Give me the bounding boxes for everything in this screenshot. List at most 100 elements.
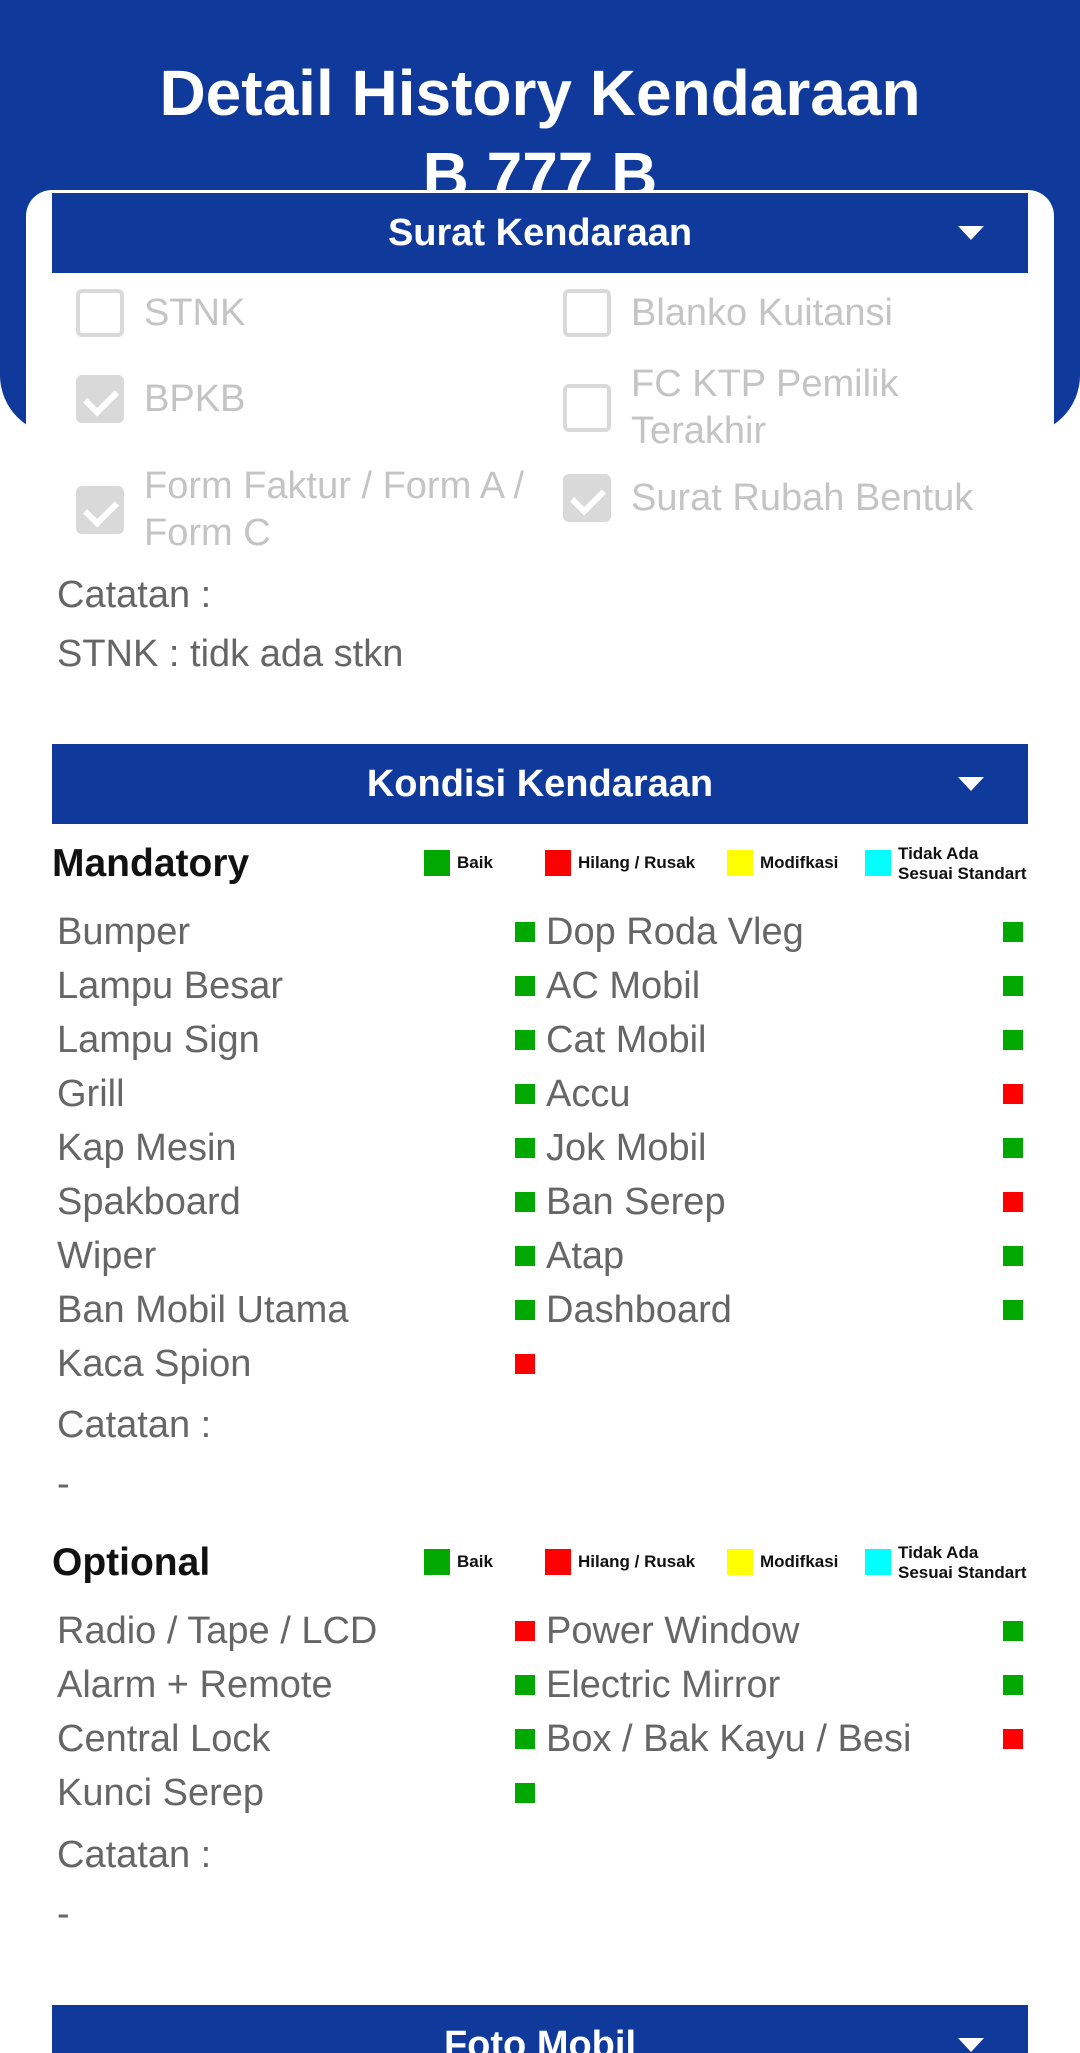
legend-modifikasi: Modifkasi — [727, 1549, 838, 1575]
legend-hilang-rusak: Hilang / Rusak — [545, 850, 695, 876]
chevron-down-icon — [958, 777, 984, 791]
condition-item-label: Kaca Spion — [57, 1343, 252, 1385]
condition-status-indicator — [515, 1192, 535, 1212]
checkbox-label: Surat Rubah Bentuk — [631, 476, 974, 519]
condition-status-indicator — [515, 1246, 535, 1266]
condition-status-indicator — [1003, 1300, 1023, 1320]
condition-item-label: Ban Mobil Utama — [57, 1289, 349, 1331]
legend-baik: Baik — [424, 1549, 493, 1575]
condition-status-indicator — [1003, 922, 1023, 942]
legend-label: Hilang / Rusak — [578, 1552, 696, 1571]
surat-note-label: Catatan : — [57, 574, 212, 616]
condition-status-indicator — [515, 1138, 535, 1158]
legend-label: Tidak Ada Sesuai Standart — [898, 1543, 1027, 1583]
legend-label-line: Tidak Ada — [898, 844, 979, 863]
legend-label-line: Sesuai Standart — [898, 1563, 1027, 1582]
legend-label: Modifkasi — [760, 1552, 839, 1571]
legend-swatch — [424, 850, 450, 876]
checkbox-box[interactable] — [563, 384, 611, 432]
condition-status-indicator — [1003, 1030, 1023, 1050]
condition-status-indicator — [515, 1030, 535, 1050]
legend-swatch — [865, 1549, 891, 1575]
legend-hilang-rusak: Hilang / Rusak — [545, 1549, 695, 1575]
condition-status-indicator — [1003, 1084, 1023, 1104]
optional-note-value: - — [57, 1893, 70, 1935]
legend-label: Modifkasi — [760, 853, 839, 872]
legend-label: Hilang / Rusak — [578, 853, 696, 872]
condition-status-indicator — [1003, 1138, 1023, 1158]
condition-item-label: Radio / Tape / LCD — [57, 1610, 378, 1652]
mandatory-note-value: - — [57, 1463, 70, 1505]
condition-status-indicator — [1003, 1246, 1023, 1266]
legend-modifikasi: Modifkasi — [727, 850, 838, 876]
checkbox-box[interactable] — [76, 375, 124, 423]
condition-item-label: Ban Serep — [546, 1181, 726, 1223]
condition-item-label: Wiper — [57, 1235, 157, 1277]
surat-kendaraan-header[interactable]: Surat Kendaraan — [52, 193, 1028, 273]
condition-item-label: Dop Roda Vleg — [546, 911, 804, 953]
condition-status-indicator — [515, 1621, 535, 1641]
condition-item-label: Kunci Serep — [57, 1772, 265, 1814]
condition-status-indicator — [515, 1084, 535, 1104]
checkbox-label: Blanko Kuitansi — [631, 291, 893, 334]
legend-tidak-ada: Tidak Ada Sesuai Standart — [865, 1543, 1027, 1583]
condition-item-label: Grill — [57, 1073, 125, 1115]
kondisi-kendaraan-title: Kondisi Kendaraan — [366, 762, 714, 805]
checkbox-label: BPKB — [144, 377, 246, 420]
checkbox-form-faktur[interactable]: Form Faktur / Form A / Form C — [76, 463, 534, 557]
condition-item-label: AC Mobil — [546, 965, 701, 1007]
page-title-line1: Detail History Kendaraan — [159, 57, 921, 129]
condition-status-indicator — [1003, 1675, 1023, 1695]
legend-swatch — [865, 850, 891, 876]
checkbox-box[interactable] — [76, 289, 124, 337]
condition-status-indicator — [515, 1783, 535, 1803]
legend-label-line: Sesuai Standart — [898, 864, 1027, 883]
condition-item-label: Jok Mobil — [546, 1127, 707, 1169]
condition-status-indicator — [515, 922, 535, 942]
legend-swatch — [545, 1549, 571, 1575]
condition-status-indicator — [515, 1300, 535, 1320]
legend-swatch — [727, 850, 753, 876]
surat-kendaraan-title: Surat Kendaraan — [387, 211, 693, 254]
checkbox-surat-rubah-bentuk[interactable]: Surat Rubah Bentuk — [563, 474, 973, 522]
condition-status-indicator — [1003, 1192, 1023, 1212]
checkbox-fc-ktp[interactable]: FC KTP Pemilik Terakhir — [563, 361, 961, 455]
legend-label: Tidak Ada Sesuai Standart — [898, 844, 1027, 884]
checkbox-box[interactable] — [76, 486, 124, 534]
condition-status-indicator — [1003, 976, 1023, 996]
condition-item-label: Lampu Sign — [57, 1019, 260, 1061]
chevron-down-icon — [958, 2038, 984, 2052]
condition-item-label: Electric Mirror — [546, 1664, 781, 1706]
legend-label: Baik — [457, 1552, 493, 1571]
legend-swatch — [727, 1549, 753, 1575]
checkbox-label: FC KTP Pemilik Terakhir — [631, 363, 899, 452]
legend-label: Baik — [457, 853, 493, 872]
foto-mobil-header[interactable]: Foto Mobil — [52, 2005, 1028, 2053]
condition-item-label: Power Window — [546, 1610, 800, 1652]
checkbox-blanko-kuitansi[interactable]: Blanko Kuitansi — [563, 289, 893, 337]
checkbox-box[interactable] — [563, 289, 611, 337]
condition-item-label: Lampu Besar — [57, 965, 284, 1007]
checkbox-box[interactable] — [563, 474, 611, 522]
checkbox-stnk[interactable]: STNK — [76, 289, 245, 337]
optional-note-label: Catatan : — [57, 1834, 212, 1876]
condition-item-label: Cat Mobil — [546, 1019, 707, 1061]
condition-item-label: Dashboard — [546, 1289, 732, 1331]
condition-item-label: Spakboard — [57, 1181, 241, 1223]
condition-status-indicator — [515, 976, 535, 996]
legend-swatch — [424, 1549, 450, 1575]
legend-swatch — [545, 850, 571, 876]
condition-item-label: Accu — [546, 1073, 631, 1115]
condition-status-indicator — [1003, 1729, 1023, 1749]
legend-tidak-ada: Tidak Ada Sesuai Standart — [865, 844, 1027, 884]
chevron-down-icon — [958, 226, 984, 240]
checkbox-bpkb[interactable]: BPKB — [76, 375, 245, 423]
condition-status-indicator — [1003, 1621, 1023, 1641]
legend-label-line: Tidak Ada — [898, 1543, 979, 1562]
kondisi-kendaraan-header[interactable]: Kondisi Kendaraan — [52, 744, 1028, 824]
condition-item-label: Box / Bak Kayu / Besi — [546, 1718, 912, 1760]
foto-mobil-title: Foto Mobil — [443, 2023, 637, 2053]
condition-item-label: Kap Mesin — [57, 1127, 237, 1169]
checkbox-label: Form Faktur / Form A / Form C — [144, 465, 525, 554]
surat-note-value: STNK : tidk ada stkn — [57, 633, 404, 675]
